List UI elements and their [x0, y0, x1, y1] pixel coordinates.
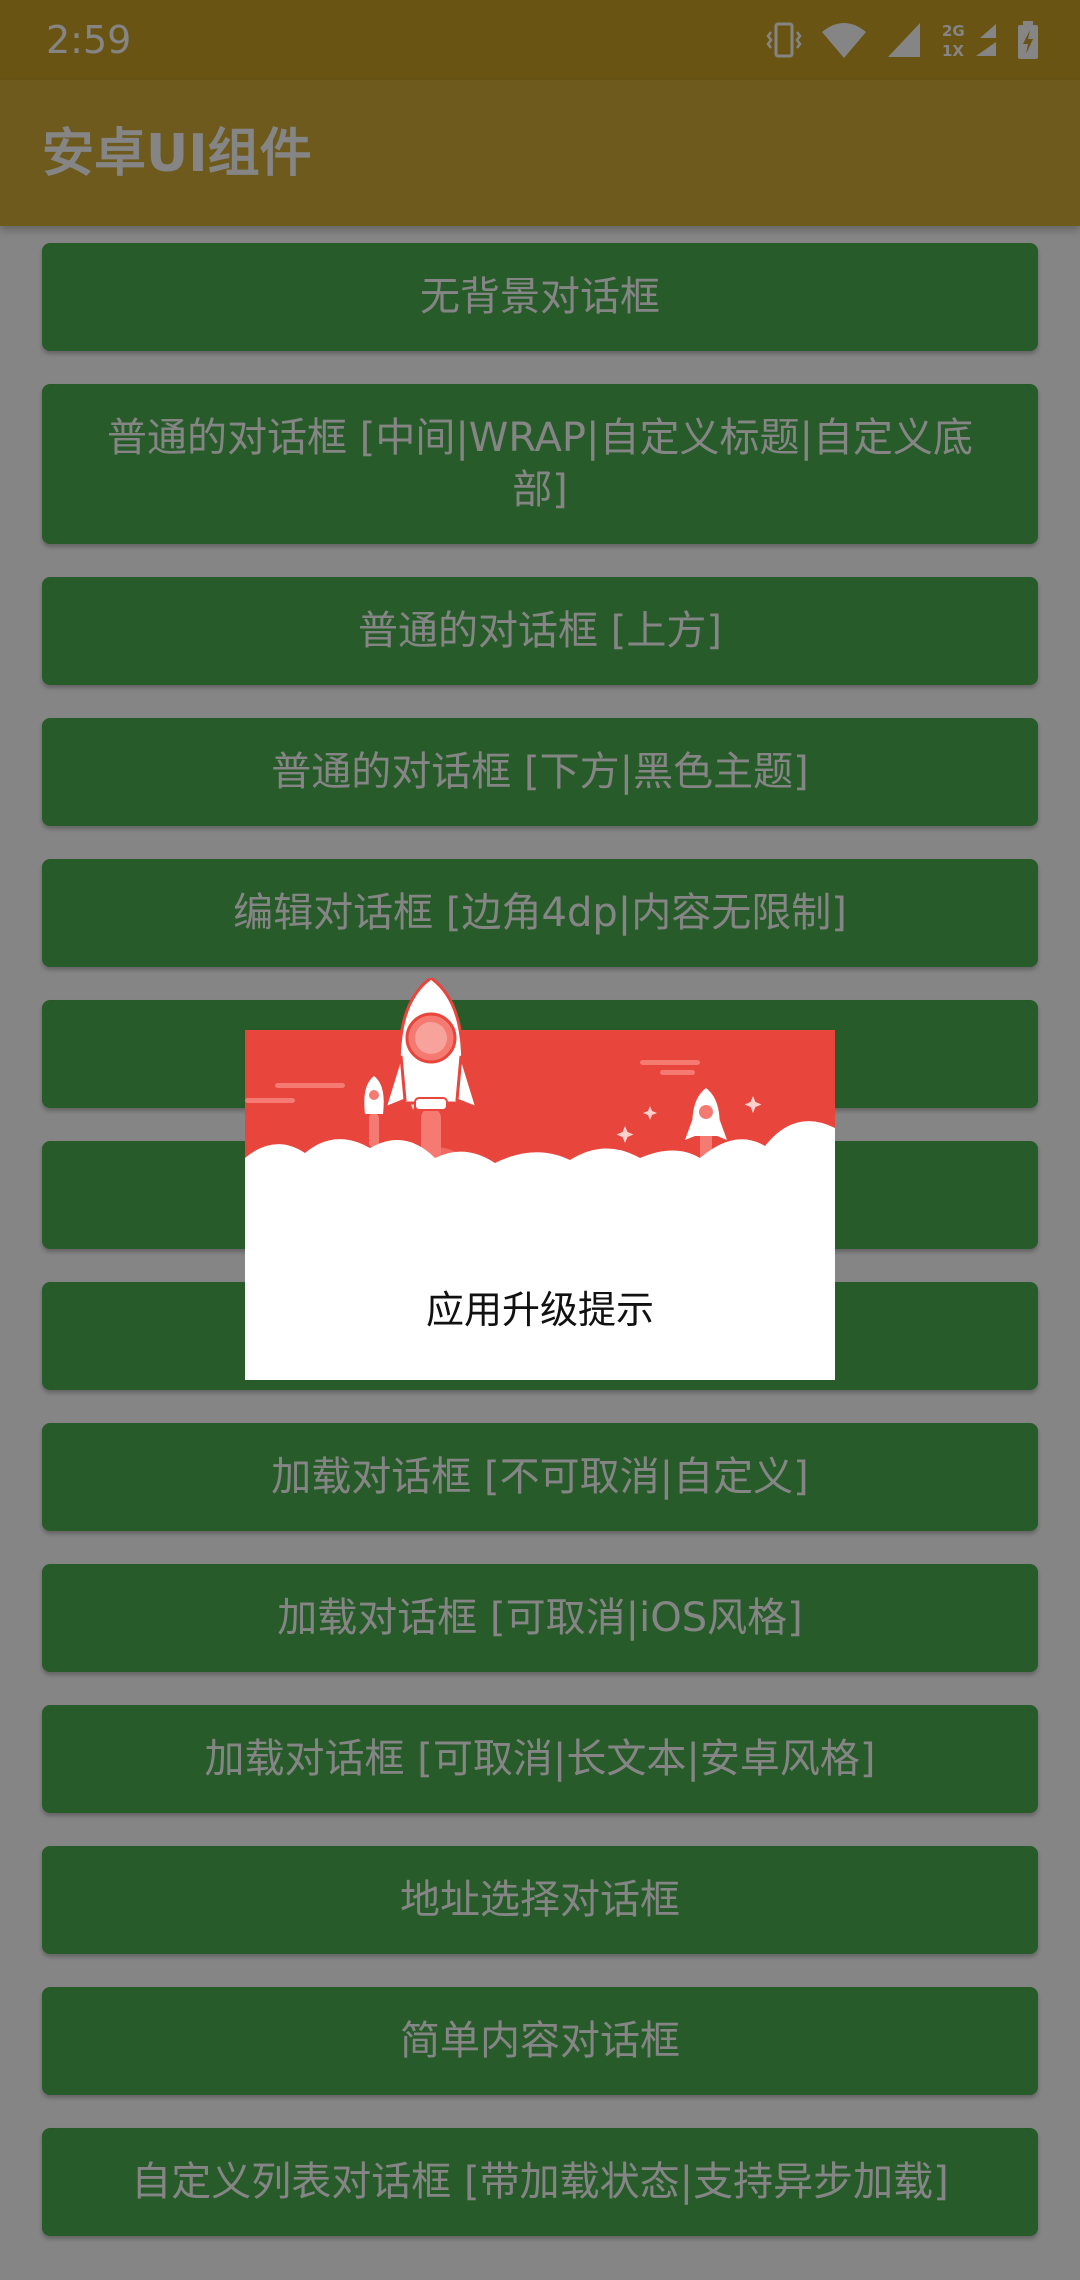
dialog-title: 应用升级提示	[425, 1288, 654, 1332]
rocket-launch-illustration	[245, 978, 835, 1280]
upgrade-dialog[interactable]: 应用升级提示	[245, 978, 835, 1380]
